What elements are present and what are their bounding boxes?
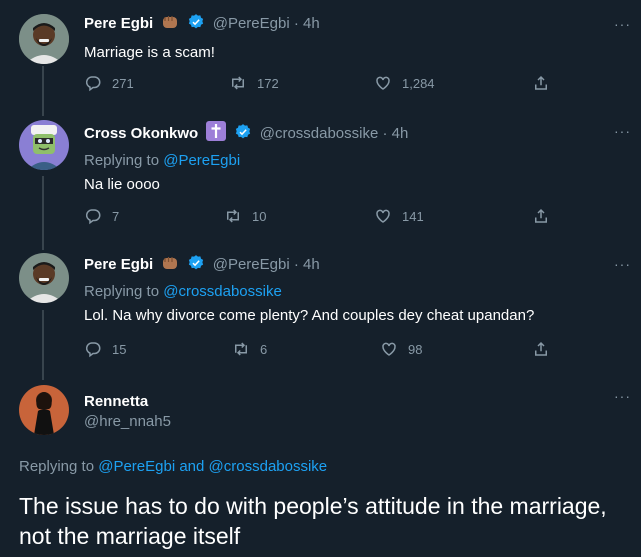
- share-button[interactable]: [532, 207, 550, 225]
- retweet-icon: [235, 342, 247, 356]
- share-icon: [535, 75, 547, 90]
- share-button[interactable]: [532, 340, 550, 358]
- author-name[interactable]: Pere Egbi: [84, 15, 153, 32]
- retweet-button[interactable]: 172: [229, 74, 279, 92]
- reply-icon: [85, 342, 101, 358]
- tweet-text: Marriage is a scam!: [84, 44, 215, 61]
- author-handle[interactable]: @crossdabossike: [260, 125, 379, 142]
- retweet-button[interactable]: 6: [232, 340, 267, 358]
- retweet-button[interactable]: 10: [224, 207, 266, 225]
- retweet-count: 6: [260, 341, 268, 357]
- reply-icon: [85, 209, 101, 225]
- like-count: 1,284: [402, 75, 435, 91]
- replying-to-link[interactable]: @PereEgbi: [98, 458, 175, 475]
- like-icon: [382, 342, 396, 356]
- tweet[interactable]: Pere Egbi @PereEgbi · 4h Marriage is a s…: [0, 0, 641, 110]
- reply-button[interactable]: 7: [84, 207, 119, 225]
- replying-label: Replying to: [19, 458, 95, 475]
- more-icon[interactable]: ···: [614, 388, 631, 404]
- tweet-time[interactable]: · 4h: [383, 125, 409, 142]
- avatar[interactable]: [19, 253, 69, 303]
- retweet-count: 172: [257, 75, 279, 91]
- like-icon: [376, 209, 390, 223]
- cross-emoji-icon: [206, 121, 227, 147]
- tweet[interactable]: Cross Okonkwo @crossdabossike · 4h Reply…: [0, 110, 641, 243]
- reply-count: 7: [112, 208, 120, 224]
- avatar[interactable]: [19, 385, 69, 435]
- retweet-icon: [227, 209, 239, 223]
- tweet-time[interactable]: · 4h: [294, 256, 320, 273]
- tweet-actions: 15 6 98: [84, 340, 564, 360]
- author-name[interactable]: Pere Egbi: [84, 256, 153, 273]
- author-name[interactable]: Rennetta: [84, 393, 148, 410]
- replying-to: Replying to @PereEgbi and @crossdabossik…: [19, 458, 327, 475]
- tweet-actions: 271 172 1,284: [84, 74, 564, 94]
- tweet-text: Lol. Na why divorce come plenty? And cou…: [84, 307, 535, 324]
- like-button[interactable]: 1,284: [374, 74, 435, 92]
- retweet-count: 10: [252, 208, 267, 224]
- tweet-text: Na lie oooo: [84, 176, 160, 193]
- reply-button[interactable]: 271: [84, 74, 134, 92]
- like-count: 141: [402, 208, 424, 224]
- more-icon[interactable]: ···: [614, 123, 631, 139]
- tweet-actions: 7 10 141: [84, 207, 564, 227]
- reply-button[interactable]: 15: [84, 340, 126, 358]
- share-button[interactable]: [532, 74, 550, 92]
- share-icon: [535, 341, 547, 356]
- like-count: 98: [408, 341, 423, 357]
- share-icon: [535, 208, 547, 223]
- retweet-icon: [232, 76, 244, 90]
- author-handle[interactable]: @hre_nnah5: [84, 413, 171, 430]
- verified-icon: [234, 123, 252, 147]
- more-icon[interactable]: ···: [614, 16, 631, 32]
- author-handle[interactable]: @PereEgbi: [213, 256, 290, 273]
- avatar[interactable]: [19, 120, 69, 170]
- replying-to-link[interactable]: @crossdabossike: [209, 458, 328, 475]
- replying-to-link[interactable]: @PereEgbi: [163, 152, 240, 169]
- replying-label: Replying to: [84, 152, 160, 169]
- reply-count: 15: [112, 341, 127, 357]
- more-icon[interactable]: ···: [614, 256, 631, 272]
- fist-emoji-icon: [161, 13, 179, 37]
- verified-icon: [187, 254, 205, 278]
- fist-emoji-icon: [161, 254, 179, 278]
- author-handle[interactable]: @PereEgbi: [213, 15, 290, 32]
- reply-icon: [85, 76, 101, 92]
- replying-to: Replying to @crossdabossike: [84, 282, 601, 302]
- avatar[interactable]: [19, 14, 69, 64]
- replying-label: Replying to: [84, 283, 160, 300]
- tweet[interactable]: Pere Egbi @PereEgbi · 4h Replying to @cr…: [0, 243, 641, 375]
- author-name[interactable]: Cross Okonkwo: [84, 125, 198, 142]
- reply-count: 271: [112, 75, 134, 91]
- like-icon: [376, 76, 390, 90]
- replying-to-link[interactable]: @crossdabossike: [163, 283, 282, 300]
- focused-tweet-text: The issue has to do with people’s attitu…: [19, 493, 607, 549]
- verified-icon: [187, 13, 205, 37]
- like-button[interactable]: 98: [380, 340, 422, 358]
- tweet-time[interactable]: · 4h: [294, 15, 320, 32]
- replying-to: Replying to @PereEgbi: [84, 151, 601, 171]
- replying-and-label: and: [179, 458, 205, 475]
- like-button[interactable]: 141: [374, 207, 424, 225]
